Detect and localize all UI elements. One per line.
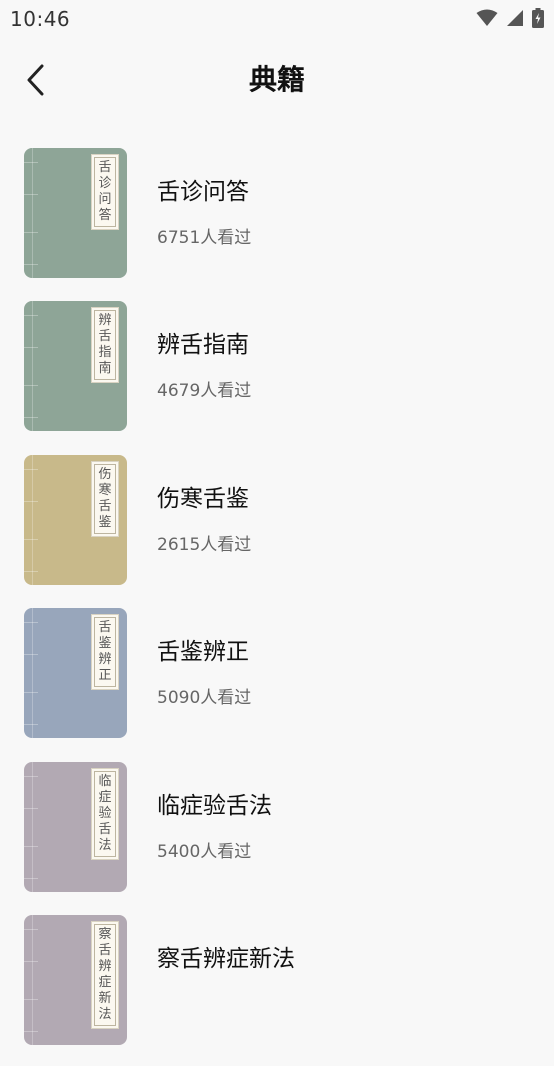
cover-label-char: 辨 (98, 652, 112, 668)
cover-label-char: 察 (98, 926, 112, 942)
cover-label-char: 舌 (98, 620, 112, 636)
cover-label-char: 鉴 (98, 636, 112, 652)
cover-label: 临症验舌法 (91, 767, 119, 860)
cover-label: 舌诊问答 (91, 154, 119, 230)
status-bar: 10:46 (0, 0, 554, 38)
cover-label-char: 验 (98, 805, 112, 821)
book-item[interactable]: 察舌辨症新法 察舌辨症新法 (0, 913, 554, 1066)
cover-label: 察舌辨症新法 (91, 920, 119, 1029)
status-time: 10:46 (10, 7, 71, 31)
book-item[interactable]: 辨舌指南 辨舌指南 4679人看过 (0, 299, 554, 452)
book-title: 舌鉴辨正 (157, 639, 249, 666)
battery-icon (532, 8, 544, 32)
book-view-count: 5400人看过 (157, 841, 252, 862)
cover-label-char: 辨 (98, 313, 112, 329)
page-title: 典籍 (248, 63, 305, 96)
book-item[interactable]: 伤寒舌鉴 伤寒舌鉴 2615人看过 (0, 453, 554, 606)
cover-label: 辨舌指南 (91, 307, 119, 384)
book-view-count: 2615人看过 (157, 534, 252, 555)
cover-label-char: 舌 (98, 498, 112, 514)
book-title: 察舌辨症新法 (157, 945, 295, 972)
cover-label-char: 南 (98, 361, 112, 377)
book-title: 伤寒舌鉴 (157, 485, 249, 512)
book-cover: 辨舌指南 (24, 301, 127, 432)
book-item[interactable]: 舌鉴辨正 舌鉴辨正 5090人看过 (0, 606, 554, 759)
book-title: 舌诊问答 (157, 179, 249, 205)
cover-label-char: 伤 (98, 466, 112, 482)
cover-label-char: 问 (98, 192, 112, 207)
cover-label-char: 临 (98, 773, 112, 789)
cover-label-char: 舌 (98, 942, 112, 958)
cover-label-char: 舌 (98, 329, 112, 345)
cover-label: 伤寒舌鉴 (91, 460, 119, 537)
cover-label-char: 鉴 (98, 514, 112, 530)
wifi-icon (476, 9, 498, 31)
cover-label-char: 答 (98, 208, 112, 223)
book-cover: 察舌辨症新法 (24, 914, 127, 1045)
top-app-bar: 典籍 (0, 50, 554, 114)
book-cover: 伤寒舌鉴 (24, 454, 127, 585)
cover-label-char: 辨 (98, 958, 112, 974)
book-view-count: 5090人看过 (157, 688, 252, 709)
book-cover: 舌鉴辨正 (24, 608, 127, 739)
cover-label-char: 法 (98, 837, 112, 853)
cover-label-char: 正 (98, 668, 112, 684)
cover-label-char: 症 (98, 974, 112, 990)
cover-label: 舌鉴辨正 (91, 614, 119, 691)
cover-label-char: 舌 (98, 821, 112, 837)
cover-label-char: 指 (98, 345, 112, 361)
status-icons (476, 8, 544, 32)
book-title: 临症验舌法 (157, 792, 272, 819)
book-item[interactable]: 舌诊问答 舌诊问答 6751人看过 (0, 146, 554, 299)
cover-label-char: 症 (98, 789, 112, 805)
book-view-count: 4679人看过 (157, 381, 252, 402)
book-title: 辨舌指南 (157, 332, 249, 359)
book-cover: 舌诊问答 (24, 148, 127, 278)
cover-label-char: 新 (98, 990, 112, 1006)
cover-label-char: 寒 (98, 482, 112, 498)
book-view-count: 6751人看过 (157, 228, 252, 248)
book-item[interactable]: 临症验舌法 临症验舌法 5400人看过 (0, 760, 554, 913)
book-cover: 临症验舌法 (24, 761, 127, 892)
cover-label-char: 诊 (98, 176, 112, 191)
signal-icon (506, 9, 524, 31)
cover-label-char: 法 (98, 1006, 112, 1022)
cover-label-char: 舌 (98, 160, 112, 175)
book-list: 舌诊问答 舌诊问答 6751人看过 辨舌指南 辨舌指南 4679人看过 伤寒舌鉴… (0, 146, 554, 1066)
